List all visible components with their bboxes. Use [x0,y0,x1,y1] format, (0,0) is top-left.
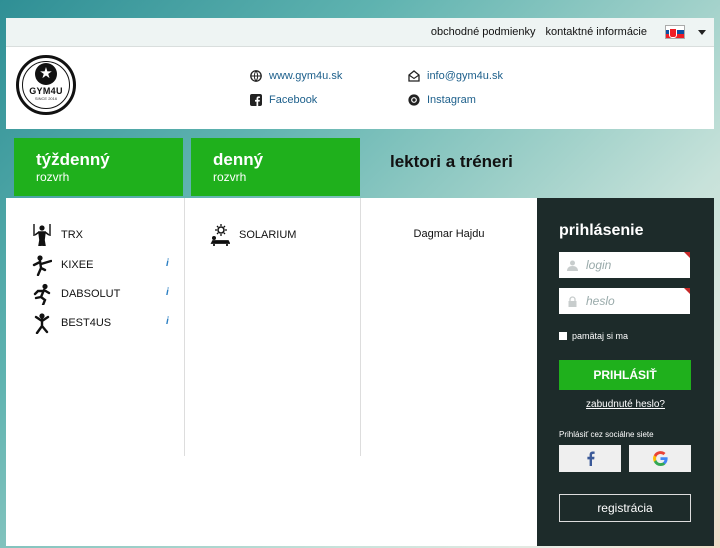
login-input[interactable]: login [559,252,690,278]
website-text: www.gym4u.sk [269,70,343,82]
daily-column: SOLARIUM [184,198,361,456]
kick-person-icon [32,255,52,276]
activity-label: BEST4US [61,317,112,329]
trainers-column: Dagmar Hajdu [361,198,537,456]
slovak-flag-icon[interactable] [665,25,685,39]
header: ★ GYM4U SINCE 2016 www.gym4u.sk Facebook… [6,47,714,129]
facebook-link[interactable]: Facebook [250,94,317,106]
instagram-link[interactable]: Instagram [408,94,476,106]
facebook-text: Facebook [269,94,318,106]
email-text: info@gym4u.sk [427,70,503,82]
activity-label: SOLARIUM [239,229,297,241]
activity-dabsolut[interactable]: DABSOLUT [32,283,120,305]
trx-person-icon [33,224,51,246]
remember-label: pamätaj si ma [572,331,629,341]
remember-me: pamätaj si ma [559,331,628,341]
tab-weekly-schedule[interactable]: týždenný rozvrh [14,138,183,196]
solarium-icon [210,224,230,246]
weekly-column: TRX KIXEE i DABSOLUT i BEST4US i [6,198,185,456]
register-button[interactable]: registrácia [559,494,691,522]
required-marker [684,252,690,258]
facebook-login-button[interactable] [559,445,621,472]
info-icon[interactable]: i [166,258,169,269]
social-login-label: Prihlásiť cez sociálne siete [559,430,654,439]
page-frame: obchodné podmienky kontaktné informácie … [6,18,714,546]
activity-best4us[interactable]: BEST4US [32,312,111,334]
globe-icon [250,70,262,82]
top-bar: obchodné podmienky kontaktné informácie [6,18,714,47]
lock-icon [568,295,577,307]
user-icon [567,260,578,271]
instagram-text: Instagram [427,94,476,106]
main-area: týždenný rozvrh denný rozvrh lektori a t… [6,132,714,546]
trainer-name[interactable]: Dagmar Hajdu [361,228,537,240]
info-icon[interactable]: i [166,287,169,298]
terms-link[interactable]: obchodné podmienky [431,26,536,38]
website-link[interactable]: www.gym4u.sk [250,70,342,82]
forgot-password-link[interactable]: zabudnuté heslo? [537,399,714,410]
password-placeholder: heslo [586,294,615,308]
tab-weekly-title: týždenný [36,150,110,169]
login-placeholder: login [586,258,612,272]
login-panel: prihlásenie login heslo pamätaj si ma PR… [537,198,714,546]
required-marker [684,288,690,294]
email-link[interactable]: info@gym4u.sk [408,70,503,82]
google-login-button[interactable] [629,445,691,472]
top-links: obchodné podmienky kontaktné informácie [431,18,706,46]
password-input[interactable]: heslo [559,288,690,314]
tab-daily-sub: rozvrh [213,170,247,184]
facebook-icon [250,94,262,106]
login-title: prihlásenie [559,222,644,239]
jumping-person-icon [34,313,50,334]
tab-daily-schedule[interactable]: denný rozvrh [191,138,360,196]
activity-solarium[interactable]: SOLARIUM [210,224,296,246]
activity-trx[interactable]: TRX [32,224,83,246]
google-icon [652,451,668,466]
tab-trainers-title: lektori a tréneri [390,152,513,171]
running-person-icon [33,283,51,305]
activity-kixee[interactable]: KIXEE [32,254,93,276]
activity-label: DABSOLUT [61,288,121,300]
tab-trainers[interactable]: lektori a tréneri [368,138,538,196]
activity-label: TRX [61,229,83,241]
login-button[interactable]: PRIHLÁSIŤ [559,360,691,390]
contact-info-link[interactable]: kontaktné informácie [546,26,648,38]
activity-label: KIXEE [61,259,94,271]
chevron-down-icon[interactable] [698,29,706,35]
tab-daily-title: denný [213,150,264,169]
tab-weekly-sub: rozvrh [36,170,70,184]
gym4u-logo[interactable]: ★ GYM4U SINCE 2016 [16,55,76,115]
facebook-f-icon [586,451,595,466]
instagram-icon [408,94,420,106]
envelope-icon [408,70,420,82]
remember-checkbox[interactable] [559,332,567,340]
info-icon[interactable]: i [166,316,169,327]
content-panel: TRX KIXEE i DABSOLUT i BEST4US i SOLARIU… [6,198,537,546]
